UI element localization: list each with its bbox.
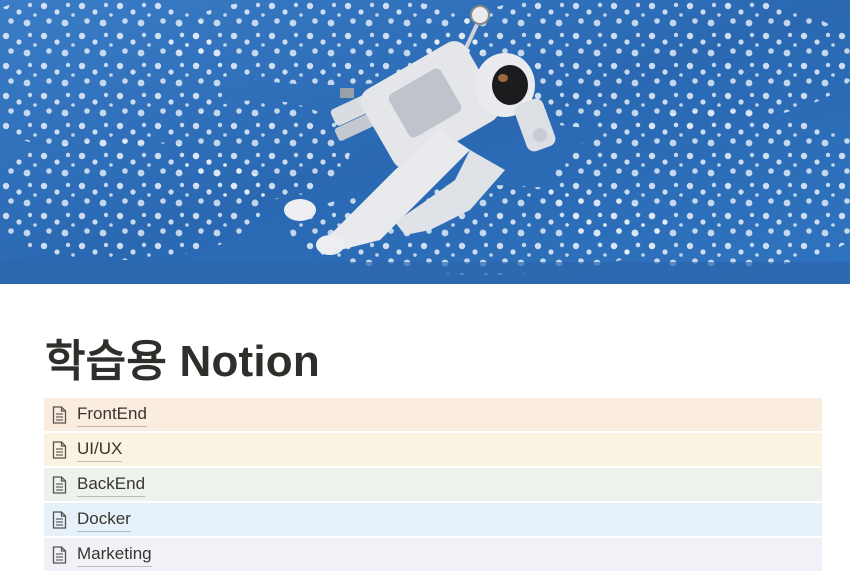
page-link-label[interactable]: UI/UX (77, 438, 123, 462)
page-link-marketing[interactable]: Marketing (44, 538, 822, 571)
page-icon (51, 510, 68, 529)
page-link-label[interactable]: Docker (77, 508, 131, 532)
sub-page-list: FrontEnd UI/UX BackEnd Docker Marketing (44, 398, 822, 573)
page-icon (51, 475, 68, 494)
page-link-backend[interactable]: BackEnd (44, 468, 822, 501)
page-icon (51, 440, 68, 459)
page-icon (51, 545, 68, 564)
page-link-frontend[interactable]: FrontEnd (44, 398, 822, 431)
page-link-label[interactable]: Marketing (77, 543, 152, 567)
astronaut-cover-illustration (0, 0, 850, 284)
page-link-uiux[interactable]: UI/UX (44, 433, 822, 466)
page-link-label[interactable]: FrontEnd (77, 403, 147, 427)
cover-image[interactable] (0, 0, 850, 284)
page-link-docker[interactable]: Docker (44, 503, 822, 536)
page-icon (51, 405, 68, 424)
page-link-label[interactable]: BackEnd (77, 473, 146, 497)
page-title: 학습용 Notion (45, 337, 320, 386)
